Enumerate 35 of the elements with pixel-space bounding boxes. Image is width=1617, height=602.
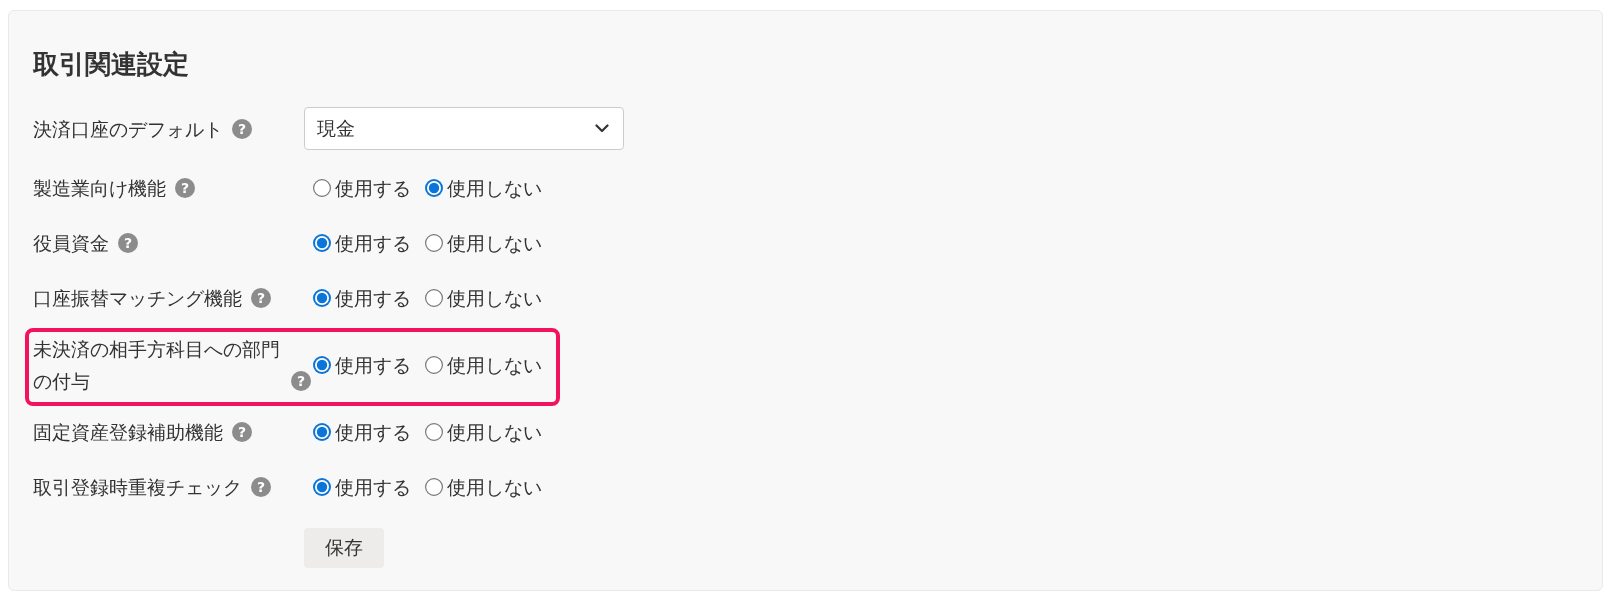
dropdown-select[interactable]: 現金 — [304, 107, 624, 150]
radio-option[interactable]: 使用しない — [425, 349, 542, 381]
radio-icon[interactable] — [313, 356, 331, 374]
radio-option[interactable]: 使用しない — [425, 471, 542, 503]
setting-label: 役員資金 — [33, 231, 109, 256]
setting-label: 未決済の相手方科目への部門の付与 — [33, 337, 281, 394]
save-button[interactable]: 保存 — [304, 528, 384, 568]
radio-icon[interactable] — [425, 356, 443, 374]
radio-option[interactable]: 使用する — [313, 282, 411, 314]
radio-icon[interactable] — [313, 179, 331, 197]
setting-label: 口座振替マッチング機能 — [33, 286, 242, 311]
radio-icon[interactable] — [313, 478, 331, 496]
radio-icon[interactable] — [313, 423, 331, 441]
radio-option[interactable]: 使用しない — [425, 282, 542, 314]
radio-icon[interactable] — [313, 234, 331, 252]
radio-icon[interactable] — [425, 234, 443, 252]
radio-option[interactable]: 使用する — [313, 349, 411, 381]
radio-option[interactable]: 使用しない — [425, 227, 542, 259]
radio-option[interactable]: 使用する — [313, 471, 411, 503]
setting-label: 取引登録時重複チェック — [33, 475, 242, 500]
radio-icon[interactable] — [425, 478, 443, 496]
radio-icon[interactable] — [425, 179, 443, 197]
setting-label: 製造業向け機能 — [33, 176, 166, 201]
radio-icon[interactable] — [425, 423, 443, 441]
radio-option[interactable]: 使用する — [313, 416, 411, 448]
radio-option[interactable]: 使用しない — [425, 416, 542, 448]
radio-option[interactable]: 使用する — [313, 172, 411, 204]
setting-label: 固定資産登録補助機能 — [33, 420, 223, 445]
radio-option[interactable]: 使用する — [313, 227, 411, 259]
radio-icon[interactable] — [425, 289, 443, 307]
radio-icon[interactable] — [313, 289, 331, 307]
setting-label: 決済口座のデフォルト — [33, 116, 223, 142]
chevron-down-icon — [595, 124, 609, 133]
radio-option[interactable]: 使用しない — [425, 172, 542, 204]
section-title: 取引関連設定 — [33, 49, 189, 79]
